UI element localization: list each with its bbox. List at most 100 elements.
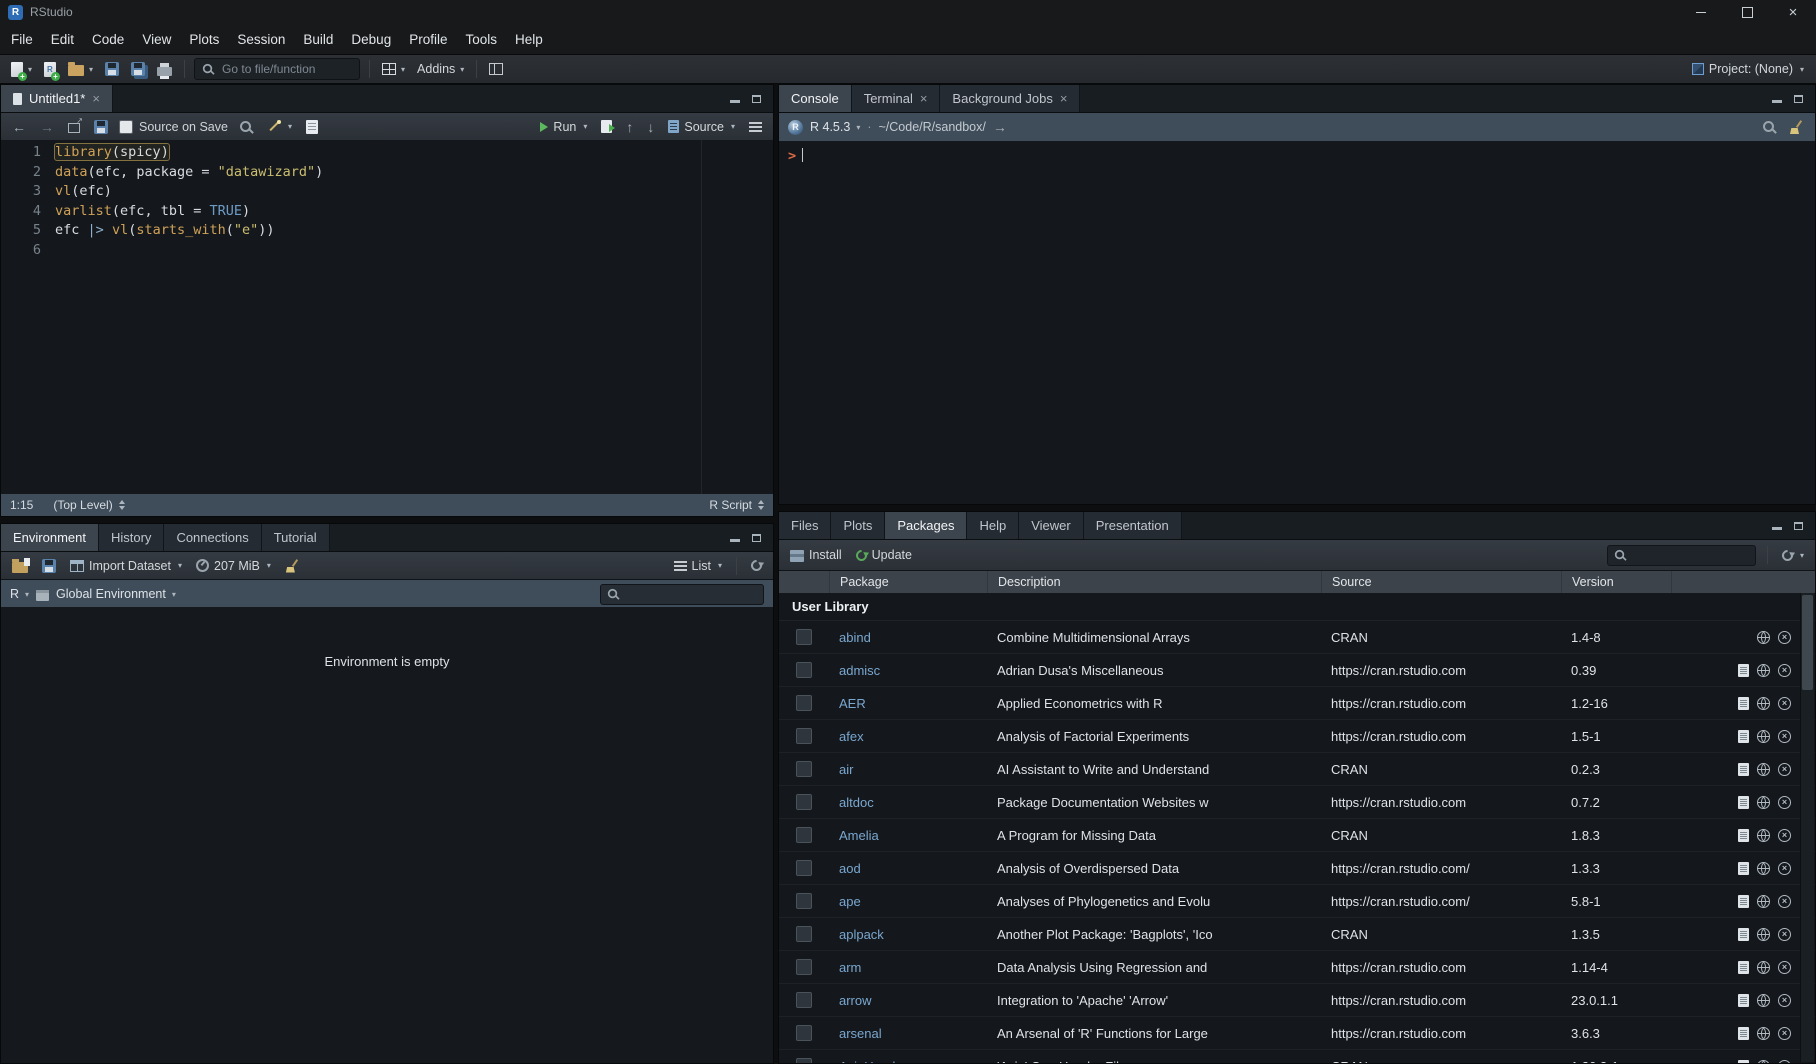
package-name-link[interactable]: arrow: [829, 993, 987, 1008]
environment-tab[interactable]: History: [99, 524, 164, 551]
menu-item[interactable]: Plots: [180, 28, 228, 51]
manual-icon[interactable]: [1738, 1027, 1749, 1040]
pane-layout-button[interactable]: [486, 61, 506, 77]
packages-search-input[interactable]: [1633, 547, 1749, 563]
menu-item[interactable]: View: [133, 28, 180, 51]
source-on-save-checkbox[interactable]: Source on Save: [119, 120, 228, 134]
package-checkbox[interactable]: [796, 926, 812, 942]
remove-package-icon[interactable]: [1778, 730, 1791, 743]
package-name-link[interactable]: AsioHeaders: [829, 1059, 987, 1064]
website-icon[interactable]: [1757, 730, 1770, 743]
package-name-link[interactable]: abind: [829, 630, 987, 645]
remove-package-icon[interactable]: [1778, 994, 1791, 1007]
files-tab[interactable]: Packages: [885, 512, 967, 539]
website-icon[interactable]: [1757, 1060, 1770, 1064]
scrollbar-thumb[interactable]: [1802, 595, 1813, 690]
remove-package-icon[interactable]: [1778, 862, 1791, 875]
package-checkbox[interactable]: [796, 827, 812, 843]
minimize-button[interactable]: [1678, 0, 1724, 24]
code-line[interactable]: 4varlist(efc, tbl = TRUE): [1, 202, 773, 222]
package-name-link[interactable]: arsenal: [829, 1026, 987, 1041]
project-menu[interactable]: Project: (None) ▾: [1692, 62, 1808, 76]
scope-selector[interactable]: (Top Level): [53, 498, 124, 512]
files-tab[interactable]: Presentation: [1084, 512, 1182, 539]
package-name-link[interactable]: ape: [829, 894, 987, 909]
manual-icon[interactable]: [1738, 895, 1749, 908]
code-line[interactable]: 3vl(efc): [1, 182, 773, 202]
minimize-pane-button[interactable]: [1772, 91, 1782, 106]
close-button[interactable]: ×: [1770, 0, 1816, 24]
package-checkbox[interactable]: [796, 728, 812, 744]
code-line[interactable]: 5efc |> vl(starts_with("e")): [1, 221, 773, 241]
menu-item[interactable]: Debug: [342, 28, 400, 51]
menu-item[interactable]: Code: [83, 28, 133, 51]
maximize-pane-button[interactable]: [752, 530, 761, 545]
website-icon[interactable]: [1757, 829, 1770, 842]
new-file-button[interactable]: ▾: [8, 60, 35, 79]
package-name-link[interactable]: air: [829, 762, 987, 777]
document-outline-button[interactable]: [746, 119, 765, 135]
editor-tab[interactable]: Untitled1* ×: [1, 85, 113, 112]
rerun-button[interactable]: [598, 118, 615, 135]
remove-package-icon[interactable]: [1778, 796, 1791, 809]
compile-report-button[interactable]: [303, 118, 321, 136]
website-icon[interactable]: [1757, 763, 1770, 776]
remove-package-icon[interactable]: [1778, 631, 1791, 644]
website-icon[interactable]: [1757, 796, 1770, 809]
website-icon[interactable]: [1757, 862, 1770, 875]
remove-package-icon[interactable]: [1778, 895, 1791, 908]
files-tab[interactable]: Files: [779, 512, 831, 539]
code-tools-button[interactable]: ▾: [264, 118, 295, 136]
refresh-packages-button[interactable]: ▾: [1779, 548, 1807, 563]
files-tab[interactable]: Plots: [831, 512, 885, 539]
filetype-selector[interactable]: R Script: [709, 498, 764, 512]
package-checkbox[interactable]: [796, 761, 812, 777]
clear-workspace-button[interactable]: [282, 557, 302, 575]
minimize-pane-button[interactable]: [730, 91, 740, 106]
r-version-menu[interactable]: R 4.5.3 ▾: [810, 120, 860, 134]
environment-tab[interactable]: Environment: [1, 524, 99, 551]
manual-icon[interactable]: [1738, 1060, 1749, 1064]
save-source-button[interactable]: [91, 118, 111, 136]
package-checkbox[interactable]: [796, 1058, 812, 1063]
manual-icon[interactable]: [1738, 664, 1749, 677]
code-line[interactable]: 1library(spicy): [1, 143, 773, 163]
manual-icon[interactable]: [1738, 994, 1749, 1007]
minimize-pane-button[interactable]: [730, 530, 740, 545]
menu-item[interactable]: Tools: [456, 28, 506, 51]
go-to-next-chunk-button[interactable]: ↓: [644, 118, 657, 136]
remove-package-icon[interactable]: [1778, 961, 1791, 974]
website-icon[interactable]: [1757, 994, 1770, 1007]
menu-item[interactable]: Help: [506, 28, 552, 51]
remove-package-icon[interactable]: [1778, 763, 1791, 776]
package-name-link[interactable]: AER: [829, 696, 987, 711]
menu-item[interactable]: Session: [228, 28, 294, 51]
package-checkbox[interactable]: [796, 662, 812, 678]
manual-icon[interactable]: [1738, 730, 1749, 743]
list-view-button[interactable]: List ▾: [671, 557, 725, 575]
update-button[interactable]: Update: [853, 546, 915, 564]
goto-directory-icon[interactable]: →: [993, 120, 1007, 134]
maximize-pane-button[interactable]: [752, 91, 761, 106]
save-workspace-button[interactable]: [39, 557, 59, 575]
manual-icon[interactable]: [1738, 697, 1749, 710]
environment-tab[interactable]: Tutorial: [262, 524, 330, 551]
load-workspace-button[interactable]: [9, 557, 31, 575]
addins-button[interactable]: Addins ▾: [414, 60, 467, 78]
maximize-button[interactable]: [1724, 0, 1770, 24]
package-checkbox[interactable]: [796, 695, 812, 711]
package-name-link[interactable]: arm: [829, 960, 987, 975]
package-checkbox[interactable]: [796, 992, 812, 1008]
package-name-link[interactable]: Amelia: [829, 828, 987, 843]
remove-package-icon[interactable]: [1778, 697, 1791, 710]
save-all-button[interactable]: [128, 60, 148, 78]
files-tab[interactable]: Help: [967, 512, 1019, 539]
remove-package-icon[interactable]: [1778, 1027, 1791, 1040]
website-icon[interactable]: [1757, 895, 1770, 908]
clear-console-button[interactable]: [1786, 118, 1806, 136]
language-selector[interactable]: R ▾: [10, 587, 29, 601]
website-icon[interactable]: [1757, 697, 1770, 710]
website-icon[interactable]: [1757, 631, 1770, 644]
refresh-environment-button[interactable]: [748, 558, 765, 573]
install-button[interactable]: Install: [787, 546, 845, 564]
